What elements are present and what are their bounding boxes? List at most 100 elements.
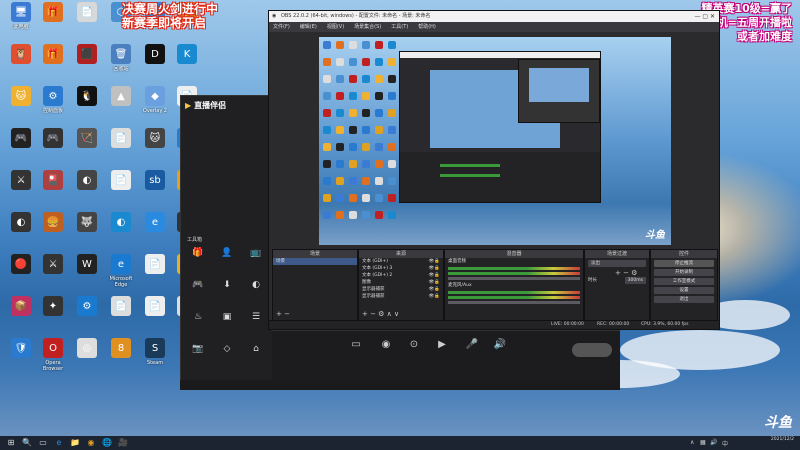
live-control[interactable]: ▭: [340, 339, 372, 350]
desktop-icon[interactable]: ⚙: [70, 296, 104, 338]
desktop-icon[interactable]: 📄: [138, 296, 172, 338]
desktop-icon[interactable]: 🐧: [70, 86, 104, 128]
menu-tools[interactable]: 工具(T): [391, 22, 408, 32]
studio-mode-button[interactable]: 工作室模式: [654, 278, 714, 285]
desktop-icon[interactable]: ◎: [70, 338, 104, 380]
menu-help[interactable]: 帮助(H): [418, 22, 436, 32]
obs-preview[interactable]: 斗鱼: [319, 37, 671, 245]
desktop-icon[interactable]: 🎮: [36, 128, 70, 170]
toolbox-item[interactable]: ⬇: [214, 280, 240, 290]
taskbar-app-icon[interactable]: 🎥: [118, 438, 128, 448]
live-control[interactable]: 🔊: [484, 339, 516, 350]
desktop-icon[interactable]: ⬛: [70, 44, 104, 86]
desktop-icon[interactable]: 🐺: [70, 212, 104, 254]
desktop-icon[interactable]: 8: [104, 338, 138, 380]
desktop-icon[interactable]: ✦: [36, 296, 70, 338]
desktop-icon[interactable]: ⚔: [36, 254, 70, 296]
eye-lock-icon[interactable]: 👁🔒: [429, 258, 440, 265]
desktop-icon[interactable]: W: [70, 254, 104, 296]
source-item[interactable]: 文本 (GDI+) 3 👁🔒: [359, 265, 443, 272]
desktop-icon[interactable]: 🦉: [4, 44, 38, 86]
desktop-icon[interactable]: 🖥 此电脑: [4, 2, 38, 44]
desktop-icon[interactable]: ▲: [104, 86, 138, 128]
taskbar-app-icon[interactable]: 🔍: [22, 438, 32, 448]
desktop-icon[interactable]: 🏹: [70, 128, 104, 170]
desktop-icon[interactable]: sb: [138, 170, 172, 212]
ime-icon[interactable]: 中: [722, 439, 728, 448]
live-control[interactable]: ▶: [426, 339, 458, 350]
desktop-icon[interactable]: 📄: [138, 254, 172, 296]
source-item[interactable]: 文本 (GDI+) 👁🔒: [359, 258, 443, 265]
desktop-icon[interactable]: ◐: [70, 170, 104, 212]
taskbar-app-icon[interactable]: 🌐: [102, 438, 112, 448]
desktop-icon[interactable]: 🎴: [36, 170, 70, 212]
desktop-icon[interactable]: 🛡: [4, 338, 38, 380]
transition-select[interactable]: 淡出: [588, 260, 646, 267]
desktop-icon[interactable]: 🎁: [36, 44, 70, 86]
desktop-icon[interactable]: e Microsoft Edge: [104, 254, 138, 296]
tray-clock[interactable]: 2021/12/2: [771, 437, 794, 443]
desktop-icon[interactable]: 🔴: [4, 254, 38, 296]
desktop-icon[interactable]: 🍔: [36, 212, 70, 254]
taskbar-app-icon[interactable]: 📁: [70, 438, 80, 448]
desktop-icon[interactable]: S Steam: [138, 338, 172, 380]
start-live-button[interactable]: [572, 343, 612, 357]
tray-chevron-icon[interactable]: ∧: [690, 439, 694, 446]
menu-view[interactable]: 视图(V): [327, 22, 344, 32]
desktop-icon[interactable]: ◐: [4, 212, 38, 254]
desktop-icon[interactable]: 📄: [70, 2, 104, 44]
menu-scene-collection[interactable]: 场景集合(S): [354, 22, 381, 32]
source-item[interactable]: 显示器捕获 👁🔒: [359, 286, 443, 293]
desktop-icon[interactable]: 🎁: [36, 2, 70, 44]
desktop-icon[interactable]: ⚙ 控制面板: [36, 86, 70, 128]
desktop-icon[interactable]: 🐱: [4, 86, 38, 128]
volume-slider[interactable]: [448, 301, 580, 304]
scene-add-remove-icon[interactable]: + −: [276, 310, 290, 318]
desktop-icon[interactable]: 🗑 回收站: [104, 44, 138, 86]
menu-file[interactable]: 文件(F): [273, 22, 290, 32]
taskbar-app-icon[interactable]: ◉: [86, 438, 96, 448]
desktop-icon[interactable]: 📄: [104, 170, 138, 212]
source-item[interactable]: 文本 (GDI+) 2 👁🔒: [359, 272, 443, 279]
desktop-icon[interactable]: O Opera Browser: [36, 338, 70, 380]
menu-edit[interactable]: 编辑(E): [300, 22, 317, 32]
toolbox-item[interactable]: ⌂: [243, 344, 269, 354]
toolbox-item[interactable]: ☰: [243, 312, 269, 322]
network-icon[interactable]: ▦: [700, 439, 706, 446]
eye-lock-icon[interactable]: 👁🔒: [429, 286, 440, 293]
toolbox-item[interactable]: 📷: [185, 344, 211, 354]
transition-add-remove-icon[interactable]: + − ⚙: [585, 269, 649, 277]
toolbox-item[interactable]: ▣: [214, 312, 240, 322]
volume-icon[interactable]: 🔊: [710, 439, 717, 446]
eye-lock-icon[interactable]: 👁🔒: [429, 293, 440, 300]
toolbox-item[interactable]: 🎁: [185, 248, 211, 258]
toolbox-item[interactable]: ♨: [185, 312, 211, 322]
desktop-icon[interactable]: D: [138, 44, 172, 86]
desktop-icon[interactable]: 📄: [104, 128, 138, 170]
stop-streaming-button[interactable]: 停止推流: [654, 260, 714, 267]
source-add-remove-icon[interactable]: + − ⚙ ∧ ∨: [362, 310, 399, 318]
toolbox-item[interactable]: 👤: [214, 248, 240, 258]
source-item[interactable]: 显示器捕获 👁🔒: [359, 293, 443, 300]
toolbox-item[interactable]: ◐: [243, 280, 269, 290]
exit-button[interactable]: 退出: [654, 296, 714, 303]
desktop-icon[interactable]: 🐱: [138, 128, 172, 170]
toolbox-item[interactable]: ◇: [214, 344, 240, 354]
desktop-icon[interactable]: ◐: [104, 212, 138, 254]
taskbar-app-icon[interactable]: ⊞: [6, 438, 16, 448]
window-controls-icon[interactable]: — ▢ ✕: [694, 11, 715, 22]
eye-lock-icon[interactable]: 👁🔒: [429, 265, 440, 272]
settings-button[interactable]: 设置: [654, 287, 714, 294]
desktop-icon[interactable]: 🎮: [4, 128, 38, 170]
duration-input[interactable]: 300ms: [624, 277, 646, 284]
eye-lock-icon[interactable]: 👁🔒: [429, 272, 440, 279]
desktop-icon[interactable]: 📦: [4, 296, 38, 338]
desktop-icon[interactable]: 📄: [104, 296, 138, 338]
taskbar-app-icon[interactable]: e: [54, 438, 64, 448]
desktop-icon[interactable]: K: [170, 44, 204, 86]
start-recording-button[interactable]: 开始录制: [654, 269, 714, 276]
toolbox-item[interactable]: 📺: [243, 248, 269, 258]
source-item[interactable]: 图像 👁🔒: [359, 279, 443, 286]
taskbar-app-icon[interactable]: ▭: [38, 438, 48, 448]
eye-lock-icon[interactable]: 👁🔒: [429, 279, 440, 286]
